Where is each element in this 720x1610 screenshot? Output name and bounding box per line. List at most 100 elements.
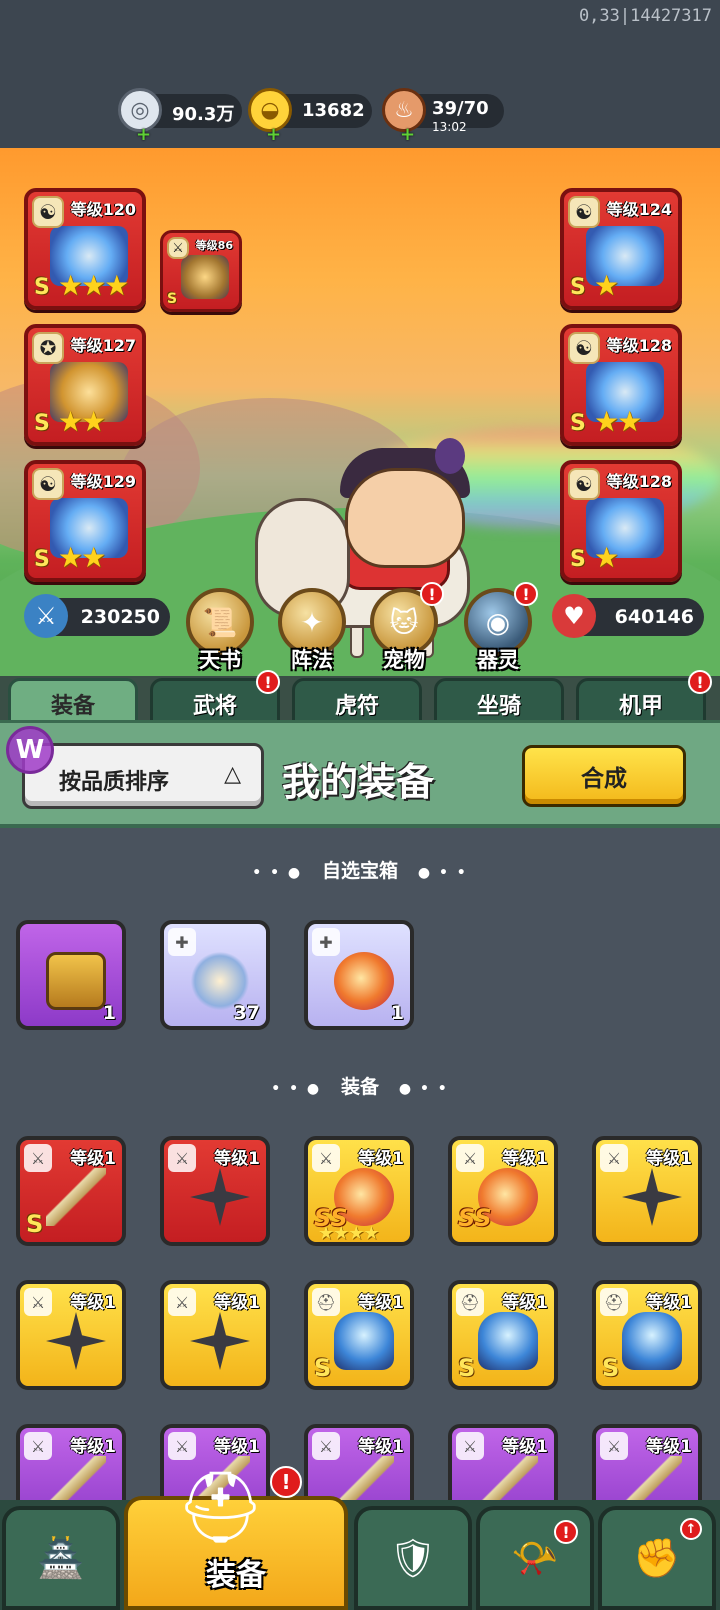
- equip-slot-right-3[interactable]: ☯ 等级128 S ★: [560, 460, 682, 582]
- sword-tag-icon: ⚔: [312, 1432, 340, 1460]
- weapon-icon: [181, 255, 229, 299]
- item-level: 等级1: [214, 1293, 260, 1313]
- puzzle-icon: ✚: [168, 928, 196, 956]
- equip-slot-left-3[interactable]: ☯ 等级129 S ★★: [24, 460, 146, 582]
- equipment-item[interactable]: ⛑ 等级1 S: [448, 1280, 558, 1390]
- equipment-item[interactable]: ⚔ 等级1: [592, 1136, 702, 1246]
- shuriken-icon: [190, 1168, 250, 1226]
- sort-label: 按品质排序: [59, 770, 170, 795]
- shuriken-icon: [190, 1312, 250, 1370]
- equipment-item[interactable]: ⚔ 等级1: [16, 1280, 126, 1390]
- alert-icon: !: [554, 1520, 578, 1544]
- triangle-up-icon: △: [224, 762, 241, 787]
- spirit-label: 器灵: [477, 648, 519, 672]
- add-gold-icon[interactable]: +: [266, 124, 281, 145]
- item-level: 等级1: [70, 1149, 116, 1169]
- shield-swords-icon: 🛡: [388, 1535, 438, 1580]
- bottom-nav: 🏯 ⛑ 装备 ! 🛡 📯 ! ✊ ↑: [0, 1466, 720, 1610]
- equip-level: 等级120: [70, 200, 136, 219]
- item-level: 等级1: [502, 1293, 548, 1313]
- item-grade: SS: [458, 1204, 492, 1232]
- yin-yang-icon: ☯: [32, 468, 64, 500]
- alert-icon: !: [514, 582, 538, 606]
- sword-tag-icon: ⚔: [168, 1432, 196, 1460]
- item-level: 等级1: [646, 1293, 692, 1313]
- sword-tag-icon: ⚔: [24, 1144, 52, 1172]
- stamina-resource[interactable]: ♨ + 39/70 13:02: [382, 88, 504, 145]
- helmet-icon: [334, 1312, 394, 1370]
- book-button[interactable]: 📜 天书: [184, 588, 256, 672]
- sword-tag-icon: ⚔: [24, 1432, 52, 1460]
- helmet-tag-icon: ⛑: [456, 1288, 484, 1316]
- spirit-button[interactable]: ◉ 器灵 !: [462, 582, 538, 672]
- synthesize-button[interactable]: 合成: [522, 745, 686, 807]
- silver-resource[interactable]: ◎ + 90.3万: [118, 88, 242, 145]
- equip-grade: S: [570, 275, 586, 300]
- nav-gacha[interactable]: 📯 !: [476, 1506, 594, 1610]
- equipment-item[interactable]: ⛑ 等级1 S: [304, 1280, 414, 1390]
- section-equipment-title: • • ● 装备 ● • •: [0, 1072, 720, 1099]
- nav-upgrade[interactable]: ✊ ↑: [598, 1506, 716, 1610]
- equip-slot-right-2[interactable]: ☯ 等级128 S ★★: [560, 324, 682, 446]
- equip-level: 等级128: [606, 336, 672, 355]
- w-logo-icon[interactable]: W: [6, 726, 54, 774]
- shuriken-icon: [46, 1312, 106, 1370]
- equip-grade: S: [34, 547, 50, 572]
- item-grade: S: [458, 1354, 476, 1382]
- nav-battle[interactable]: 🛡: [354, 1506, 472, 1610]
- sword-tag-icon: ⚔: [456, 1144, 484, 1172]
- sword-tag-icon: ⚔: [312, 1144, 340, 1172]
- equip-slot-weapon[interactable]: ⚔ 等级86 S: [160, 230, 242, 312]
- item-level: 等级1: [358, 1293, 404, 1313]
- equipment-item[interactable]: ⚔ 等级1 SS: [448, 1136, 558, 1246]
- puzzle-icon: ✚: [312, 928, 340, 956]
- helmet-icon: [622, 1312, 682, 1370]
- heart-icon: ♥: [552, 594, 596, 638]
- chest-item[interactable]: ✚ 1: [304, 920, 414, 1030]
- equipment-item[interactable]: ⚔ 等级1: [160, 1136, 270, 1246]
- equip-level: 等级124: [606, 200, 672, 219]
- equip-stars: ★★: [594, 405, 642, 438]
- sort-by-quality-button[interactable]: 按品质排序 △: [22, 743, 264, 809]
- alert-icon: !: [420, 582, 444, 606]
- nav-home[interactable]: 🏯: [2, 1506, 120, 1610]
- item-level: 等级1: [70, 1293, 116, 1313]
- yin-yang-icon: ☯: [568, 332, 600, 364]
- treasure-chest-icon: [46, 952, 106, 1010]
- nav-equipment[interactable]: ⛑ 装备 !: [124, 1466, 348, 1610]
- equip-slot-left-1[interactable]: ☯ 等级120 S ★★★: [24, 188, 146, 310]
- equipment-item[interactable]: ⚔ 等级1 SS ★★★★: [304, 1136, 414, 1246]
- equip-level: 等级128: [606, 472, 672, 491]
- sword-icon: ⚔: [24, 594, 68, 638]
- helmet-tag-icon: ⛑: [312, 1288, 340, 1316]
- equip-stars: ★★: [58, 541, 106, 574]
- item-level: 等级1: [646, 1437, 692, 1457]
- add-silver-icon[interactable]: +: [136, 124, 151, 145]
- equip-level: 等级127: [70, 336, 136, 355]
- add-stamina-icon[interactable]: +: [400, 124, 415, 145]
- yin-yang-icon: ☯: [568, 196, 600, 228]
- equip-stars: ★★: [58, 405, 106, 438]
- gold-resource[interactable]: ◒ + 13682: [248, 88, 372, 145]
- helmet-tag-icon: ⛑: [600, 1288, 628, 1316]
- item-level: 等级1: [502, 1149, 548, 1169]
- item-count: 1: [390, 1002, 404, 1024]
- pet-button[interactable]: 🐱 宠物 !: [368, 582, 444, 672]
- equipment-item[interactable]: ⚔ 等级1 S: [16, 1136, 126, 1246]
- chest-item[interactable]: 1: [16, 920, 126, 1030]
- formation-button[interactable]: ✦ 阵法: [276, 588, 348, 672]
- attack-stat: ⚔ 230250: [24, 594, 170, 638]
- equip-slot-right-1[interactable]: ☯ 等级124 S ★: [560, 188, 682, 310]
- nav-equipment-label: 装备: [206, 1558, 266, 1593]
- equipment-item[interactable]: ⚔ 等级1: [160, 1280, 270, 1390]
- equipment-item[interactable]: ⛑ 等级1 S: [592, 1280, 702, 1390]
- page-title: 我的装备: [282, 760, 435, 804]
- hero-bun: [435, 438, 465, 474]
- tab-bar: 装备 武将 虎符 坐骑 机甲: [0, 676, 720, 730]
- sword-tag-icon: ⚔: [167, 237, 189, 259]
- hero-head: [345, 468, 465, 568]
- sword-tag-icon: ⚔: [456, 1432, 484, 1460]
- chest-item[interactable]: ✚ 37: [160, 920, 270, 1030]
- equip-slot-left-2[interactable]: ✪ 等级127 S ★★: [24, 324, 146, 446]
- item-level: 等级1: [502, 1437, 548, 1457]
